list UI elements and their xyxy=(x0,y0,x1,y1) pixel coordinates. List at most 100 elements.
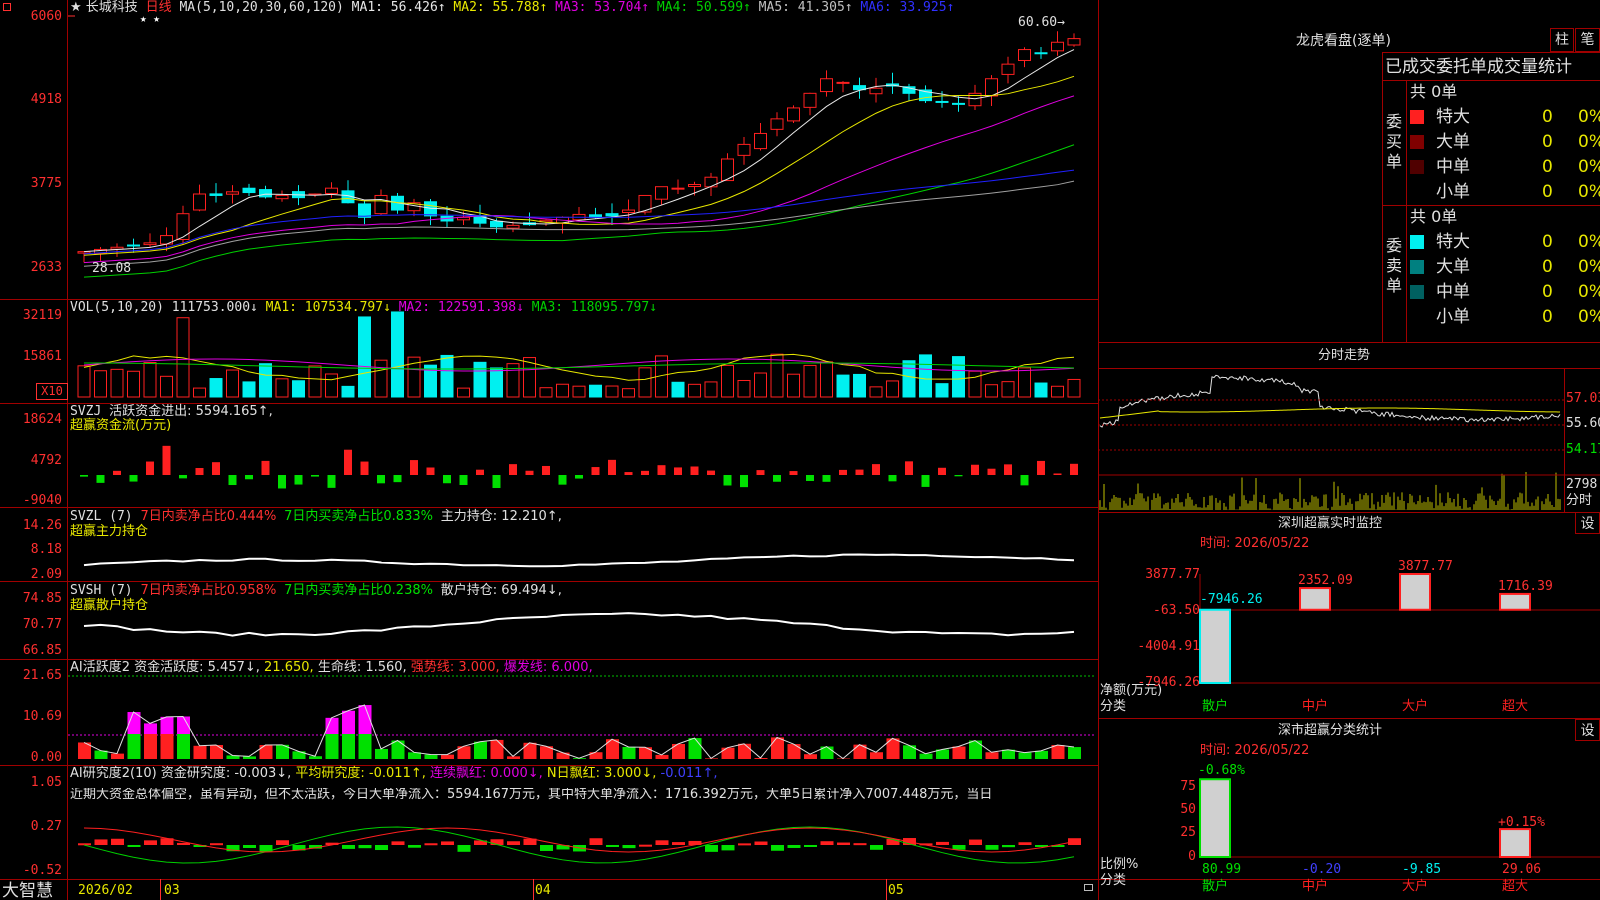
activity-bar-top xyxy=(144,723,157,734)
volume-bar xyxy=(127,370,140,398)
ai1-title: AI活跃度2 xyxy=(70,660,130,675)
ai2-summary: 近期大资金总体偏空，虽有异动，但不太活跃，今日大单净流入：5594.167万元，… xyxy=(70,788,993,802)
stats-settings-button[interactable]: 设 xyxy=(1575,719,1600,741)
activity-bar xyxy=(441,754,454,759)
candle-body xyxy=(655,186,668,200)
activity-bar xyxy=(127,734,141,759)
intraday-price-line xyxy=(1099,374,1561,428)
net-amount-bar xyxy=(1299,587,1331,611)
research-bar xyxy=(804,845,817,847)
candle-body xyxy=(226,191,239,195)
research-bar xyxy=(870,845,883,850)
monitor-axis-label: 3877.77 xyxy=(1145,567,1200,582)
panel-border xyxy=(1564,368,1565,512)
svzj-axis-label: 18624 xyxy=(22,412,62,427)
volume-bar xyxy=(820,361,833,398)
date-tick xyxy=(533,879,534,900)
sell-row-name: 中单 xyxy=(1436,282,1470,302)
brand-logo[interactable]: 大智慧 xyxy=(2,882,53,900)
candle-body xyxy=(193,193,206,211)
stock-name: ★ 长城科技 xyxy=(70,0,138,15)
activity-bar xyxy=(1068,747,1081,759)
stats-axis-label: 0 xyxy=(1188,849,1196,864)
volume-bar xyxy=(1051,385,1064,398)
ma-params: MA(5,10,20,30,60,120) xyxy=(179,0,344,15)
net-amount-value: 3877.77 xyxy=(1398,559,1453,574)
activity-bar xyxy=(1035,750,1048,759)
flow-bar xyxy=(855,469,864,475)
monitor-ylabel: 净额(万元) xyxy=(1100,683,1163,698)
activity-bar xyxy=(721,747,735,759)
ratio-delta: +0.15% xyxy=(1498,815,1545,830)
kline-chart-area[interactable] xyxy=(0,0,1098,900)
category-label: 超大 xyxy=(1502,879,1529,894)
activity-bar xyxy=(804,754,817,759)
vol-ma2: MA2: 122591.398↓ xyxy=(398,300,524,315)
research-bar xyxy=(936,841,949,845)
vol-axis-label: 15861 xyxy=(22,349,62,364)
volume-bar xyxy=(556,383,569,398)
stats-axis-label: 75 xyxy=(1180,779,1196,794)
candle-body xyxy=(754,132,767,150)
activity-bar xyxy=(160,734,174,759)
ai1-t3: 生命线: 1.560, xyxy=(317,660,407,675)
candle-body xyxy=(1018,49,1031,61)
volume-bar xyxy=(836,374,850,398)
ai2-t1: 资金研究度: -0.003↓, xyxy=(160,766,292,781)
intraday-axis-label: 55.60 xyxy=(1566,416,1600,431)
net-amount-bar xyxy=(1499,592,1531,611)
svzl-t2: 7日内买卖净占比0.833% xyxy=(284,509,433,524)
low-price-label: 28.08 xyxy=(92,261,132,276)
monitor-axis-label: -63.50 xyxy=(1153,603,1200,618)
buy-row-name: 大单 xyxy=(1436,132,1470,152)
column-view-button[interactable]: 柱 xyxy=(1550,28,1574,52)
svzl-axis-label: 2.09 xyxy=(30,567,62,582)
tick-view-button[interactable]: 笔 xyxy=(1575,28,1600,52)
buy-row-p: 0% xyxy=(1578,107,1600,127)
vol-value: 111753.000↓ xyxy=(171,300,258,315)
sell-color-swatch xyxy=(1410,310,1424,324)
ai1-t2: 21.650, xyxy=(264,660,314,675)
activity-bar xyxy=(556,752,570,759)
activity-bar xyxy=(490,739,504,759)
research-bar xyxy=(622,845,636,849)
ai1-axis-label: 0.00 xyxy=(30,750,62,765)
research-bar xyxy=(853,843,867,846)
activity-bar xyxy=(474,741,487,759)
activity-bar xyxy=(309,756,322,759)
dragon-title: 龙虎看盘(逐单) xyxy=(1296,33,1391,49)
sell-row-name: 大单 xyxy=(1436,257,1470,277)
flow-bar xyxy=(789,471,798,475)
flow-bar xyxy=(426,467,435,475)
net-amount-bar xyxy=(1199,608,1231,684)
svzl-axis-label: 14.26 xyxy=(22,518,62,533)
monitor-settings-button[interactable]: 设 xyxy=(1575,512,1600,534)
research-bar xyxy=(177,842,190,845)
research-bar xyxy=(837,842,850,845)
ai1-t4: 强势线: 3.000, xyxy=(410,660,500,675)
activity-bar xyxy=(259,745,273,759)
buy-row-p: 0% xyxy=(1578,182,1600,202)
volume-bar xyxy=(358,316,371,398)
date-label: 05 xyxy=(888,883,904,898)
volume-bar xyxy=(1034,382,1048,398)
research-bar xyxy=(210,843,223,846)
activity-bar-top xyxy=(325,717,339,734)
flow-bar xyxy=(806,475,814,481)
research-bar xyxy=(358,845,372,849)
buy-row-v: 0 xyxy=(1542,107,1553,127)
flow-bar xyxy=(212,462,220,475)
lock-icon[interactable] xyxy=(1084,884,1093,891)
stats-ylabel: 比例% xyxy=(1100,857,1139,872)
volume-bar xyxy=(803,364,817,398)
category-label: 超大 xyxy=(1502,699,1529,714)
buy-order-label: 委买单 xyxy=(1386,112,1403,171)
flow-bar xyxy=(624,472,633,475)
intraday-avg-line xyxy=(1099,407,1561,419)
ma6-label: MA6: 33.925↑ xyxy=(860,0,955,15)
price-axis-label: 4918 xyxy=(30,92,62,107)
research-bar xyxy=(111,838,124,845)
sell-row-v: 0 xyxy=(1542,257,1553,277)
research-bar xyxy=(540,845,553,851)
research-bar xyxy=(276,840,289,845)
